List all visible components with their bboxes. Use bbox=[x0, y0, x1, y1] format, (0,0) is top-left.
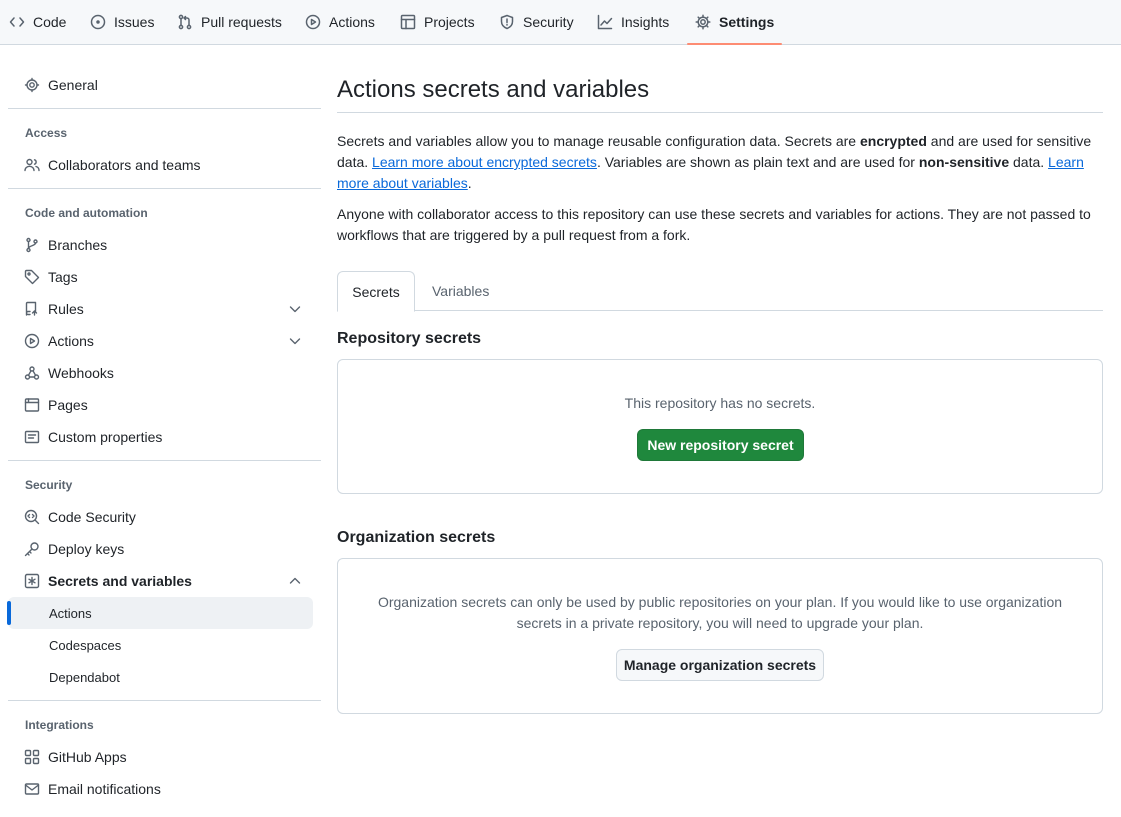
table-icon bbox=[400, 14, 416, 30]
sidebar-item-code-security[interactable]: Code Security bbox=[8, 501, 313, 533]
code-icon bbox=[9, 17, 25, 27]
repository-secrets-heading: Repository secrets bbox=[337, 330, 482, 347]
graph-icon bbox=[597, 14, 613, 30]
asterisk-icon bbox=[24, 573, 40, 589]
sidebar-item-actions[interactable]: Actions bbox=[8, 325, 313, 357]
webhook-icon bbox=[24, 366, 40, 380]
tab-security[interactable]: Security bbox=[499, 0, 574, 44]
org-secrets-message: Organization secrets can only be used by… bbox=[377, 594, 1063, 631]
sidebar-item-tags[interactable]: Tags bbox=[8, 261, 313, 293]
no-secrets-message: This repository has no secrets. bbox=[624, 395, 816, 411]
tag-icon bbox=[24, 269, 40, 285]
gear-icon bbox=[695, 14, 711, 30]
sidebar-item-general[interactable]: General bbox=[8, 69, 313, 101]
secrets-variables-tabs: Secrets Variables bbox=[337, 271, 1103, 312]
chevron-up-icon[interactable] bbox=[287, 573, 303, 589]
tab-projects[interactable]: Projects bbox=[400, 0, 475, 44]
shield-icon bbox=[500, 14, 514, 30]
title-divider bbox=[337, 112, 1103, 113]
sidebar-item-github-apps[interactable]: GitHub Apps bbox=[8, 741, 313, 773]
sidebar-subitem-actions[interactable]: Actions bbox=[8, 597, 313, 629]
sidebar-subitem-codespaces[interactable]: Codespaces bbox=[8, 629, 313, 661]
tab-actions[interactable]: Actions bbox=[305, 0, 375, 44]
browser-icon bbox=[24, 398, 40, 412]
repo-nav: Code Issues Pull requests Actions Projec… bbox=[0, 0, 1121, 45]
tab-code[interactable]: Code bbox=[9, 0, 66, 44]
sidebar-item-rules[interactable]: Rules bbox=[8, 293, 313, 325]
sidebar-divider bbox=[8, 188, 321, 189]
sidebar-item-secrets-variables[interactable]: Secrets and variables bbox=[8, 565, 313, 597]
sidebar-item-branches[interactable]: Branches bbox=[8, 229, 313, 261]
learn-more-secrets-link[interactable]: Learn more about encrypted secrets bbox=[372, 154, 597, 170]
chevron-down-icon[interactable] bbox=[287, 333, 303, 349]
issue-icon bbox=[90, 14, 106, 30]
note-icon bbox=[24, 430, 40, 444]
sidebar-divider bbox=[8, 108, 321, 109]
play-icon bbox=[305, 14, 321, 30]
branch-icon bbox=[26, 237, 38, 253]
tab-issues[interactable]: Issues bbox=[90, 0, 154, 44]
tab-settings[interactable]: Settings bbox=[686, 0, 783, 45]
new-repository-secret-button[interactable]: New repository secret bbox=[637, 429, 804, 461]
pull-request-icon bbox=[178, 14, 192, 30]
sidebar-item-deploy-keys[interactable]: Deploy keys bbox=[8, 533, 313, 565]
codescan-icon bbox=[24, 509, 40, 525]
sidebar-item-custom-properties[interactable]: Custom properties bbox=[8, 421, 313, 453]
key-icon bbox=[24, 542, 39, 557]
sidebar-subitem-dependabot[interactable]: Dependabot bbox=[8, 661, 313, 693]
manage-organization-secrets-button[interactable]: Manage organization secrets bbox=[616, 649, 824, 681]
sidebar-item-email-notifications[interactable]: Email notifications bbox=[8, 773, 313, 805]
tab-secrets[interactable]: Secrets bbox=[337, 271, 415, 312]
people-icon bbox=[24, 158, 40, 172]
sidebar-group-security: Security bbox=[25, 478, 73, 492]
organization-secrets-box: Organization secrets can only be used by… bbox=[337, 558, 1103, 714]
sidebar-group-integrations: Integrations bbox=[25, 718, 94, 732]
chevron-down-icon[interactable] bbox=[287, 301, 303, 317]
mail-icon bbox=[24, 783, 40, 795]
play-icon bbox=[24, 333, 40, 349]
selected-indicator bbox=[7, 601, 11, 625]
apps-icon bbox=[24, 749, 40, 765]
tab-variables[interactable]: Variables bbox=[432, 271, 489, 311]
sidebar-item-webhooks[interactable]: Webhooks bbox=[8, 357, 313, 389]
sidebar-item-pages[interactable]: Pages bbox=[8, 389, 313, 421]
repository-secrets-box: This repository has no secrets. New repo… bbox=[337, 359, 1103, 494]
repo-push-icon bbox=[25, 301, 38, 316]
sidebar-item-collaborators[interactable]: Collaborators and teams bbox=[8, 149, 313, 181]
organization-secrets-heading: Organization secrets bbox=[337, 529, 496, 546]
intro-text: Secrets and variables allow you to manag… bbox=[337, 133, 1092, 191]
sidebar-group-code-automation: Code and automation bbox=[25, 206, 148, 220]
page-title: Actions secrets and variables bbox=[337, 76, 650, 103]
sidebar-divider bbox=[8, 700, 321, 701]
gear-icon bbox=[24, 77, 40, 93]
tab-pull-requests[interactable]: Pull requests bbox=[177, 0, 282, 44]
sidebar-divider bbox=[8, 460, 321, 461]
tab-insights[interactable]: Insights bbox=[597, 0, 669, 44]
access-note: Anyone with collaborator access to this … bbox=[337, 206, 1091, 243]
sidebar-group-access: Access bbox=[25, 126, 68, 140]
